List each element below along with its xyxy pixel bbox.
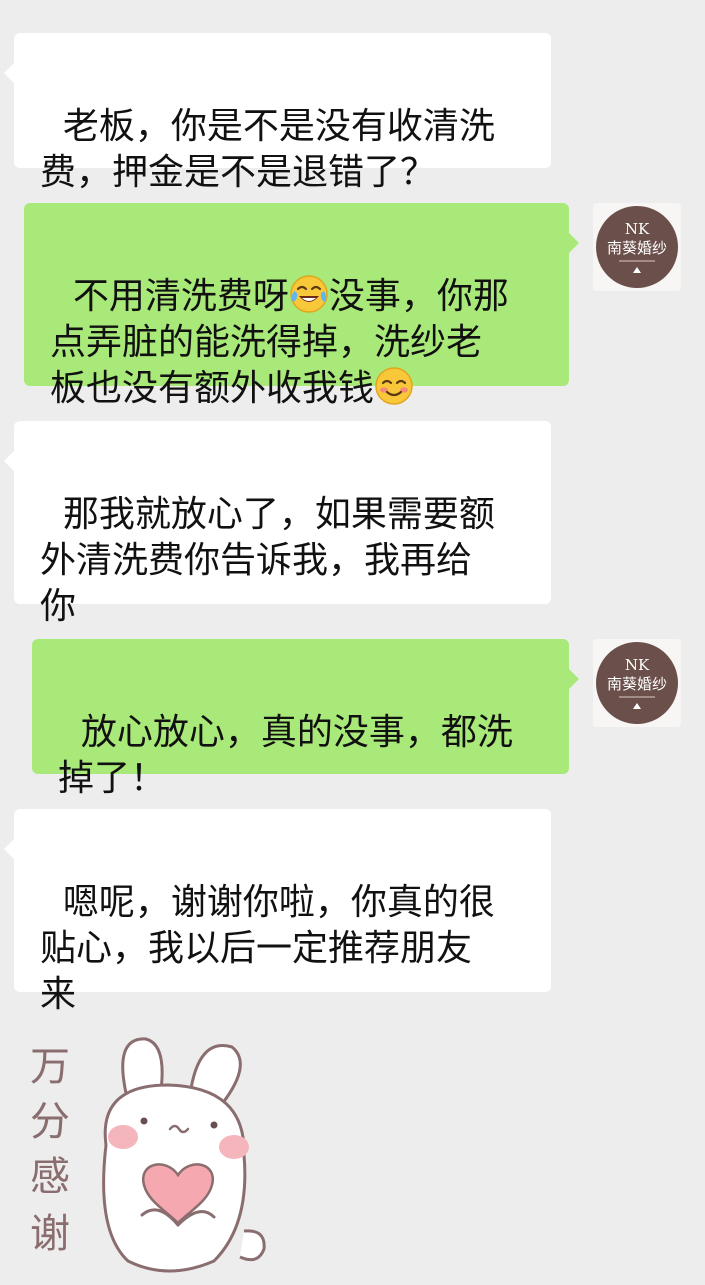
shop-logo-icon: NK 南葵婚纱 — [596, 206, 678, 288]
message-text: 不用清洗费呀 — [72, 276, 289, 317]
shop-logo-icon: NK 南葵婚纱 — [596, 642, 678, 724]
message-text: 放心放心，真的没事，都洗 掉了！ — [58, 712, 513, 799]
thank-you-sticker[interactable]: 万 分 感 谢 — [18, 1025, 288, 1281]
outgoing-message-1[interactable]: 不用清洗费呀 没事，你那 点弄脏的能洗得掉，洗纱老 板也没有额外收我钱 — [24, 203, 579, 409]
incoming-message-3[interactable]: 嗯呢，谢谢你啦，你真的很 贴心，我以后一定推荐朋友 来 — [4, 809, 551, 1015]
logo-letters: NK — [625, 220, 650, 238]
shop-avatar[interactable]: NK 南葵婚纱 — [593, 203, 681, 291]
tears-of-joy-emoji-icon — [290, 275, 328, 313]
shop-avatar[interactable]: NK 南葵婚纱 — [593, 639, 681, 727]
sticker-caption-char: 万 — [30, 1044, 70, 1090]
shop-name: 南葵婚纱 — [607, 239, 667, 257]
smiling-face-emoji-icon — [375, 367, 413, 405]
message-text: 老板，你是不是没有收清洗 费，押金是不是退错了？ — [40, 106, 495, 193]
incoming-message-2[interactable]: 那我就放心了，如果需要额 外清洗费你告诉我，我再给 你 — [4, 421, 551, 627]
sticker-caption-char: 感 — [30, 1154, 70, 1200]
message-text: 嗯呢，谢谢你啦，你真的很 贴心，我以后一定推荐朋友 来 — [40, 882, 495, 1015]
bunny-holding-heart-sticker-icon: 万 分 感 谢 — [30, 1037, 266, 1273]
incoming-message-1[interactable]: 老板，你是不是没有收清洗 费，押金是不是退错了？ — [4, 33, 551, 193]
sticker-caption-char: 谢 — [30, 1211, 70, 1257]
sticker-caption-char: 分 — [30, 1099, 70, 1145]
outgoing-message-2[interactable]: 放心放心，真的没事，都洗 掉了！ — [32, 639, 579, 799]
message-text: 那我就放心了，如果需要额 外清洗费你告诉我，我再给 你 — [40, 494, 495, 627]
shop-name: 南葵婚纱 — [607, 675, 667, 693]
logo-letters: NK — [625, 656, 650, 674]
